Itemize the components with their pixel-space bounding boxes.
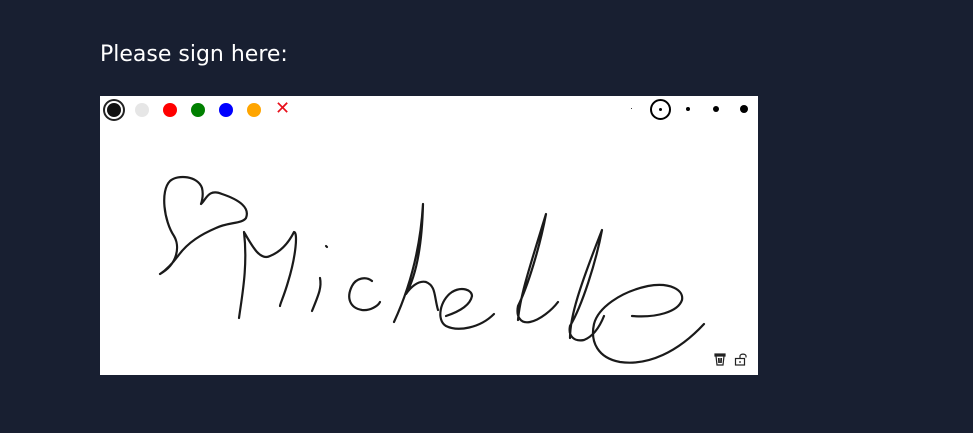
letter-i-dot [324,244,329,249]
trash-icon[interactable] [713,352,727,366]
letter-e2-stroke [591,283,706,364]
unlock-icon[interactable] [734,352,748,366]
letter-i-stroke [310,276,322,313]
letter-e-stroke [439,287,496,330]
signature-ink [158,175,706,364]
heart-stroke [158,175,248,276]
signature-prompt: Please sign here: [100,42,288,67]
letter-l2-stroke [568,228,606,342]
letter-l1-stroke [516,212,560,324]
letter-c-stroke [348,277,382,312]
signature-pad[interactable]: ✕ [100,96,758,375]
letter-m-stroke [237,230,298,320]
letter-h-stroke [392,202,440,324]
